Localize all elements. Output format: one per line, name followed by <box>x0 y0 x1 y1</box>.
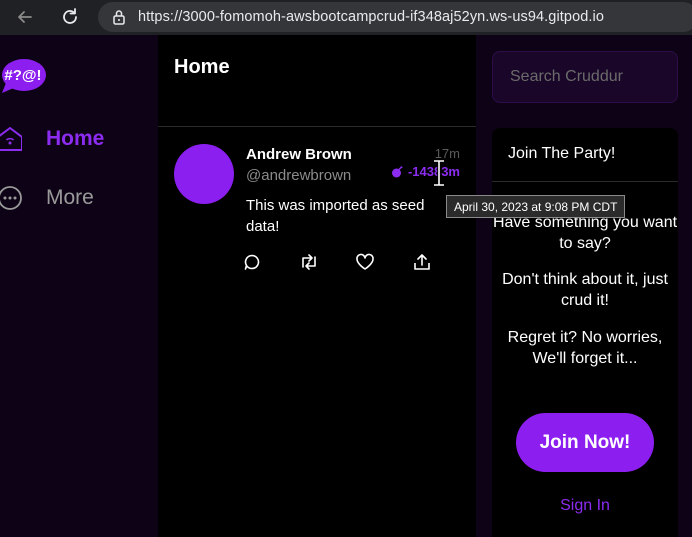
join-now-button[interactable]: Join Now! <box>516 413 654 472</box>
heart-icon <box>356 253 375 270</box>
activity-message: This was imported as seed data! <box>246 197 425 235</box>
repost-button[interactable] <box>299 252 319 272</box>
nav-home-label: Home <box>46 127 105 150</box>
bomb-icon <box>391 165 403 177</box>
logo-text: #?@! <box>4 67 41 84</box>
left-nav: #?@! Home More <box>0 35 158 537</box>
sign-in-link[interactable]: Sign In <box>492 497 678 515</box>
url-text: https://3000-fomomoh-awsbootcampcrud-if3… <box>138 9 605 25</box>
nav-item-home[interactable]: Home <box>0 119 104 159</box>
reply-button[interactable] <box>242 252 262 272</box>
logo[interactable]: #?@! <box>0 57 48 97</box>
like-button[interactable] <box>355 252 375 272</box>
more-icon <box>0 186 22 210</box>
display-name[interactable]: Andrew Brown <box>246 146 352 163</box>
nav-more-label: More <box>46 186 94 209</box>
party-text-1: Have something you want to say? <box>492 214 678 252</box>
lock-icon <box>113 10 125 25</box>
avatar[interactable] <box>174 144 234 204</box>
page-title: Home <box>174 56 230 78</box>
reload-button[interactable] <box>55 2 85 32</box>
activity-item[interactable]: Andrew Brown @andrewbrown 17m -14383m Th… <box>158 128 476 298</box>
activity-actions <box>242 252 432 272</box>
party-text-2: Don't think about it, just crud it! <box>502 271 668 309</box>
created-time: 17m <box>434 146 460 161</box>
join-party-panel: Join The Party! Have something you want … <box>492 128 678 537</box>
address-bar[interactable]: https://3000-fomomoh-awsbootcampcrud-if3… <box>98 2 692 32</box>
share-button[interactable] <box>412 252 432 272</box>
right-sidebar: Search Cruddur Join The Party! Have some… <box>476 35 692 537</box>
expires-tooltip: April 30, 2023 at 9:08 PM CDT <box>446 195 626 218</box>
repost-icon <box>301 254 316 270</box>
home-icon <box>0 127 22 151</box>
handle[interactable]: @andrewbrown <box>246 167 351 184</box>
search-input[interactable]: Search Cruddur <box>492 51 678 103</box>
reload-icon <box>63 8 77 24</box>
main-feed: Home Andrew Brown @andrewbrown 17m -1438… <box>158 35 476 537</box>
expires-time: -14383m <box>391 164 460 179</box>
party-text-3: Regret it? No worries, We'll forget it..… <box>507 329 663 367</box>
reply-icon <box>244 254 260 270</box>
browser-toolbar: https://3000-fomomoh-awsbootcampcrud-if3… <box>0 0 692 35</box>
nav-item-more[interactable]: More <box>0 178 94 218</box>
party-title: Join The Party! <box>492 128 678 182</box>
share-icon <box>414 254 430 270</box>
main-header: Home <box>158 35 476 127</box>
back-button[interactable] <box>10 2 40 32</box>
back-arrow-icon <box>18 11 32 23</box>
app: #?@! Home More Home Andrew Brown @andrew… <box>0 35 692 537</box>
cruddur-logo-icon: #?@! <box>2 59 46 93</box>
text-cursor-icon <box>434 160 444 186</box>
